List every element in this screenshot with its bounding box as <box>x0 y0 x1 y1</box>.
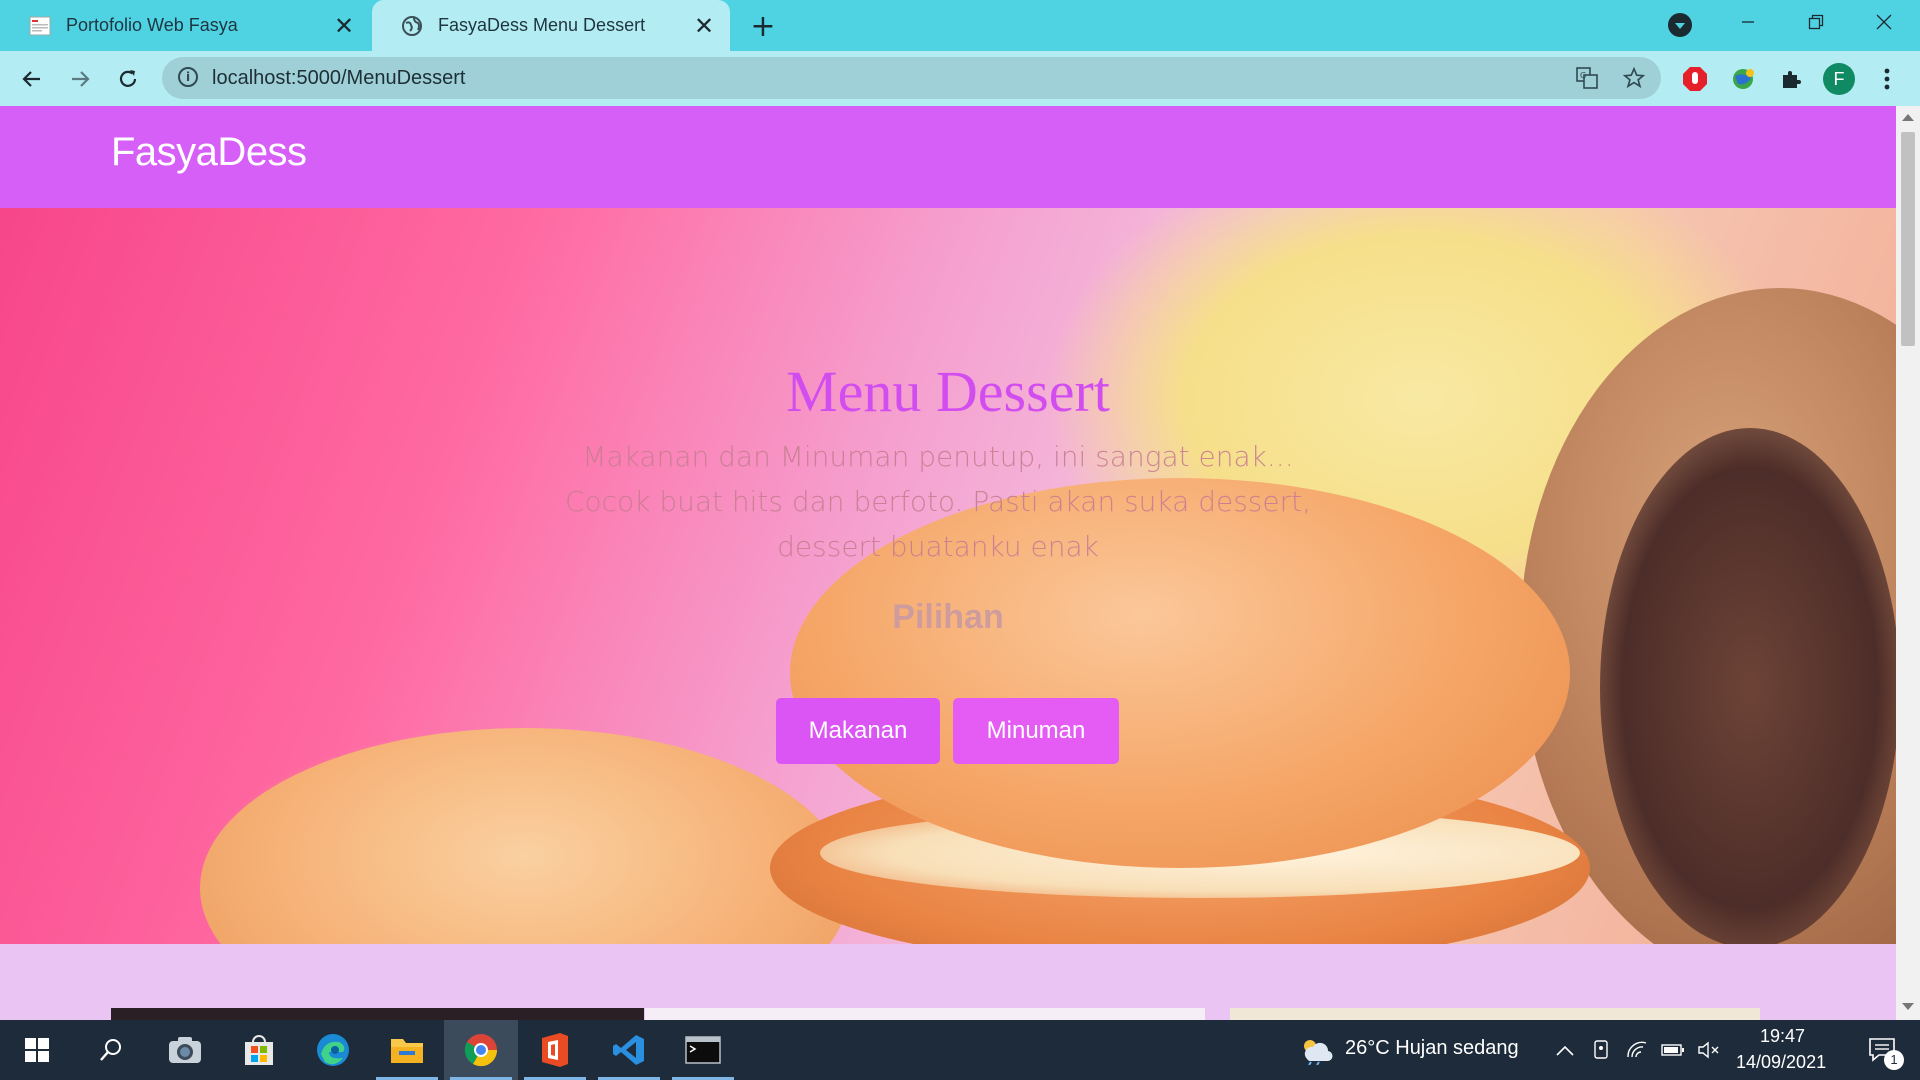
globe-icon <box>402 15 422 36</box>
profile-avatar[interactable]: F <box>1823 63 1855 95</box>
notification-center-icon[interactable]: 1 <box>1852 1020 1912 1080</box>
wifi-icon[interactable] <box>1622 1020 1652 1080</box>
browser-tabstrip: Portofolio Web Fasya ✕ FasyaDess Menu De… <box>0 0 1920 51</box>
menu-kebab-icon[interactable] <box>1871 63 1903 95</box>
scroll-up-icon[interactable] <box>1902 114 1914 121</box>
chrome-browser-icon[interactable] <box>444 1020 518 1080</box>
adblock-extension-icon[interactable] <box>1679 63 1711 95</box>
vscode-icon[interactable] <box>592 1020 666 1080</box>
forward-arrow-icon[interactable] <box>60 59 100 99</box>
close-window-icon[interactable] <box>1854 0 1914 44</box>
address-bar[interactable]: localhost:5000/MenuDessert G <box>162 57 1661 99</box>
minuman-button[interactable]: Minuman <box>953 698 1119 764</box>
tab-title: Portofolio Web Fasya <box>66 15 238 35</box>
file-explorer-icon[interactable] <box>370 1020 444 1080</box>
windows-start-icon[interactable] <box>0 1020 74 1080</box>
extensions-puzzle-icon[interactable] <box>1775 63 1807 95</box>
globe-extension-icon[interactable] <box>1727 63 1759 95</box>
office-app-icon[interactable] <box>518 1020 592 1080</box>
page-scrollbar[interactable] <box>1896 106 1920 1020</box>
clock-time[interactable]: 19:47 <box>1760 1026 1805 1047</box>
new-tab-plus-icon[interactable]: + <box>745 8 781 44</box>
hero-content: Menu Dessert Makanan dan Minuman penutup… <box>0 208 1896 944</box>
hero-description-line: Cocok buat hits dan berfoto. Pasti akan … <box>565 485 1311 563</box>
tray-chevron-up-icon[interactable] <box>1550 1020 1580 1080</box>
clock-date[interactable]: 14/09/2021 <box>1736 1052 1826 1073</box>
scroll-down-icon[interactable] <box>1902 1003 1914 1010</box>
close-tab-icon[interactable]: ✕ <box>686 8 722 44</box>
speaker-muted-icon[interactable] <box>1694 1020 1724 1080</box>
tab-title: FasyaDess Menu Dessert <box>438 15 646 35</box>
search-icon[interactable] <box>74 1020 148 1080</box>
web-page: FasyaDess Menu Dessert Makanan dan Minum… <box>0 106 1896 1020</box>
camera-app-icon[interactable] <box>148 1020 222 1080</box>
card-top-edge <box>645 1008 1205 1020</box>
tab-portofolio[interactable]: Portofolio Web Fasya ✕ <box>0 0 370 51</box>
notification-count-badge: 1 <box>1884 1050 1904 1070</box>
scroll-thumb[interactable] <box>1901 132 1915 346</box>
site-info-icon[interactable] <box>178 67 198 87</box>
tab-search-icon[interactable] <box>1668 13 1692 37</box>
hero-section: Menu Dessert Makanan dan Minuman penutup… <box>0 208 1896 944</box>
battery-icon[interactable] <box>1658 1020 1688 1080</box>
bookmark-star-icon[interactable] <box>1622 66 1646 90</box>
hero-description: Makanan dan Minuman penutup, ini sangat … <box>540 434 1336 569</box>
terminal-icon[interactable] <box>666 1020 740 1080</box>
card-top-edge <box>111 1008 644 1020</box>
card-top-edge <box>1230 1008 1760 1020</box>
microsoft-store-icon[interactable] <box>222 1020 296 1080</box>
meet-now-icon[interactable] <box>1586 1020 1616 1080</box>
browser-toolbar: localhost:5000/MenuDessert G F <box>0 51 1920 106</box>
weather-cloud-icon[interactable] <box>1290 1020 1340 1080</box>
hero-title: Menu Dessert <box>786 359 1110 424</box>
back-arrow-icon[interactable] <box>12 59 52 99</box>
close-tab-icon[interactable]: ✕ <box>326 8 362 44</box>
page-favicon-icon <box>29 16 51 35</box>
makanan-button[interactable]: Makanan <box>776 698 940 764</box>
content-section <box>0 944 1896 1020</box>
windows-taskbar: 26°C Hujan sedang 19:47 14/09/2021 1 <box>0 1020 1920 1080</box>
edge-browser-icon[interactable] <box>296 1020 370 1080</box>
translate-icon[interactable]: G <box>1575 66 1599 90</box>
hero-description-line: Makanan dan Minuman penutup, ini sangat … <box>582 440 1294 473</box>
site-navbar: FasyaDess <box>0 106 1896 208</box>
minimize-icon[interactable] <box>1718 0 1778 44</box>
site-brand[interactable]: FasyaDess <box>111 130 307 175</box>
restore-icon[interactable] <box>1786 0 1846 44</box>
weather-text[interactable]: 26°C Hujan sedang <box>1345 1037 1519 1060</box>
tab-menu-dessert[interactable]: FasyaDess Menu Dessert ✕ <box>372 0 730 51</box>
url-text[interactable]: localhost:5000/MenuDessert <box>212 57 465 99</box>
hero-subtitle: Pilihan <box>892 598 1004 636</box>
svg-text:G: G <box>1580 71 1586 80</box>
reload-icon[interactable] <box>108 59 148 99</box>
